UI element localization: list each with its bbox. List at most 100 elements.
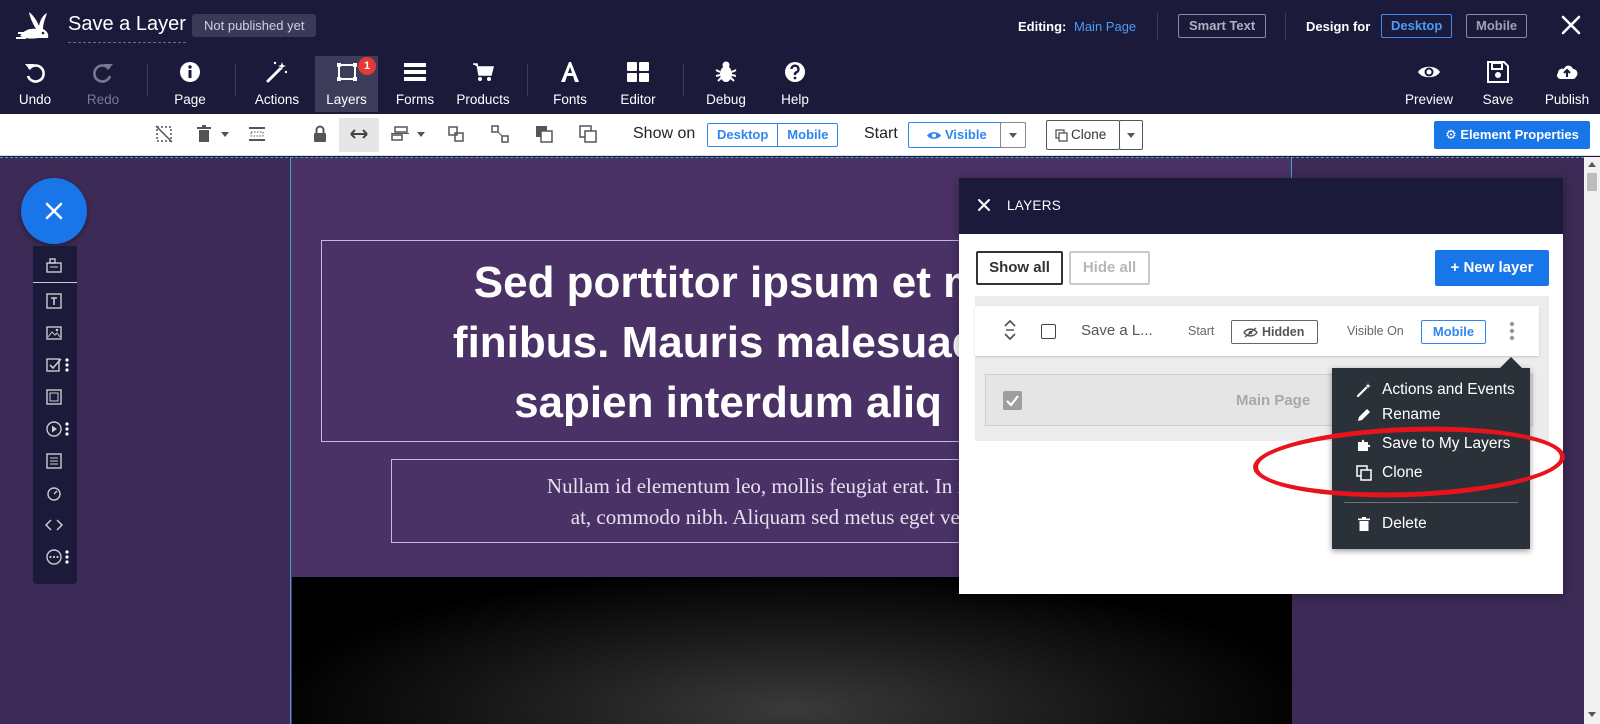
more-vertical-icon[interactable] bbox=[65, 550, 69, 564]
scroll-down-arrow-icon[interactable] bbox=[1588, 712, 1596, 717]
form-icon[interactable] bbox=[45, 452, 63, 470]
close-icon[interactable] bbox=[977, 198, 991, 212]
layer-select-checkbox[interactable] bbox=[1041, 324, 1056, 339]
section-guide bbox=[0, 157, 1584, 158]
vertical-scrollbar[interactable] bbox=[1584, 157, 1600, 724]
new-layer-label: New layer bbox=[1463, 259, 1534, 276]
send-backward-icon[interactable] bbox=[534, 124, 554, 144]
trash-icon[interactable] bbox=[194, 124, 214, 144]
rabbit-logo-icon bbox=[16, 12, 49, 39]
video-play-icon[interactable] bbox=[45, 420, 63, 438]
redo-icon bbox=[93, 64, 113, 83]
actions-label: Actions bbox=[254, 92, 300, 107]
show-on-desktop-button[interactable]: Desktop bbox=[708, 124, 777, 146]
chevron-down-icon[interactable] bbox=[417, 132, 425, 137]
eye-icon bbox=[927, 132, 941, 139]
scrollbar-thumb[interactable] bbox=[1587, 173, 1597, 191]
new-layer-button[interactable]: + New layer bbox=[1435, 250, 1549, 286]
cloud-upload-icon bbox=[1557, 65, 1578, 79]
text-icon[interactable] bbox=[45, 292, 63, 310]
page-layer-checkbox[interactable] bbox=[1003, 391, 1022, 410]
products-label: Products bbox=[456, 92, 510, 107]
undo-button[interactable]: Undo bbox=[10, 56, 60, 112]
design-mobile-button[interactable]: Mobile bbox=[1466, 14, 1528, 38]
info-icon bbox=[180, 62, 200, 82]
save-button[interactable]: Save bbox=[1474, 56, 1522, 112]
plus-icon: + bbox=[1450, 259, 1464, 276]
close-icon[interactable] bbox=[1558, 12, 1584, 38]
show-all-button[interactable]: Show all bbox=[976, 251, 1063, 285]
group-icon[interactable] bbox=[446, 124, 466, 144]
design-desktop-button[interactable]: Desktop bbox=[1381, 14, 1453, 38]
help-label: Help bbox=[781, 92, 809, 107]
page-button[interactable]: Page bbox=[165, 56, 215, 112]
actions-button[interactable]: Actions bbox=[250, 56, 304, 112]
fonts-button[interactable]: Fonts bbox=[545, 56, 595, 112]
clone-label: Clone bbox=[1071, 127, 1107, 142]
help-icon bbox=[785, 62, 805, 82]
more-vertical-icon[interactable] bbox=[65, 358, 69, 372]
code-icon[interactable] bbox=[45, 516, 63, 534]
publish-button[interactable]: Publish bbox=[1538, 56, 1596, 112]
spacing-icon[interactable] bbox=[247, 124, 267, 144]
close-palette-button[interactable] bbox=[21, 178, 87, 244]
element-properties-button[interactable]: ⚙ Element Properties bbox=[1434, 121, 1590, 149]
help-button[interactable]: Help bbox=[770, 56, 820, 112]
redo-label: Redo bbox=[86, 92, 120, 107]
page-title[interactable]: Save a Layer bbox=[68, 13, 186, 43]
clone-button[interactable]: Clone bbox=[1046, 120, 1120, 150]
layers-count-badge: 1 bbox=[358, 57, 376, 75]
layer-start-label: Start bbox=[1188, 324, 1215, 338]
more-vertical-icon[interactable] bbox=[1509, 321, 1515, 341]
debug-label: Debug bbox=[706, 92, 746, 107]
more-vertical-icon[interactable] bbox=[65, 422, 69, 436]
visible-dropdown-button[interactable] bbox=[1000, 122, 1026, 148]
clone-dropdown-button[interactable] bbox=[1119, 120, 1143, 150]
editing-page-link[interactable]: Main Page bbox=[1074, 19, 1136, 34]
font-icon bbox=[561, 62, 579, 82]
layers-widget-icon[interactable] bbox=[45, 256, 63, 274]
chevron-down-icon[interactable] bbox=[221, 132, 229, 137]
layer-start-state-button[interactable]: Hidden bbox=[1231, 320, 1318, 344]
divider bbox=[147, 64, 148, 96]
chevron-down-icon bbox=[1009, 133, 1017, 138]
smart-text-button[interactable]: Smart Text bbox=[1178, 14, 1267, 38]
forms-button[interactable]: Forms bbox=[389, 56, 441, 112]
timer-icon[interactable] bbox=[45, 484, 63, 502]
editor-button[interactable]: Editor bbox=[612, 56, 664, 112]
layer-name[interactable]: Save a L... bbox=[1081, 322, 1153, 339]
checkbox-icon[interactable] bbox=[45, 356, 63, 374]
menu-item-label: Rename bbox=[1382, 406, 1441, 423]
image-icon[interactable] bbox=[45, 324, 63, 342]
element-palette bbox=[33, 246, 77, 584]
deselect-icon[interactable] bbox=[154, 124, 174, 144]
bring-forward-icon[interactable] bbox=[578, 124, 598, 144]
publish-status-badge: Not published yet bbox=[192, 14, 317, 37]
layers-panel-header: LAYERS bbox=[959, 178, 1563, 234]
box-icon[interactable] bbox=[45, 388, 63, 406]
bug-icon bbox=[715, 61, 737, 82]
ungroup-icon[interactable] bbox=[490, 124, 510, 144]
debug-button[interactable]: Debug bbox=[700, 56, 752, 112]
align-icon[interactable] bbox=[390, 124, 410, 144]
video-element[interactable] bbox=[292, 577, 1292, 724]
preview-label: Preview bbox=[1404, 92, 1453, 107]
hide-all-button[interactable]: Hide all bbox=[1069, 251, 1150, 285]
menu-divider bbox=[1344, 502, 1518, 503]
redo-button[interactable]: Redo bbox=[78, 56, 128, 112]
more-horizontal-icon[interactable] bbox=[45, 548, 63, 566]
show-on-mobile-button[interactable]: Mobile bbox=[777, 124, 837, 146]
layer-row[interactable]: Save a L... Start Hidden Visible On Mobi… bbox=[975, 306, 1539, 356]
undo-label: Undo bbox=[18, 92, 52, 107]
stretch-horizontal-icon[interactable] bbox=[349, 124, 369, 144]
chevron-down-icon bbox=[1127, 133, 1135, 138]
gear-icon: ⚙ bbox=[1445, 127, 1461, 142]
lock-icon[interactable] bbox=[310, 124, 330, 144]
sort-handle-icon[interactable] bbox=[1003, 319, 1017, 341]
layers-label: Layers bbox=[326, 92, 367, 107]
scroll-up-arrow-icon[interactable] bbox=[1588, 162, 1596, 167]
visible-on-mobile-button[interactable]: Mobile bbox=[1421, 320, 1486, 344]
design-for-label: Design for bbox=[1306, 19, 1371, 34]
products-button[interactable]: Products bbox=[452, 56, 514, 112]
preview-button[interactable]: Preview bbox=[1402, 56, 1456, 112]
